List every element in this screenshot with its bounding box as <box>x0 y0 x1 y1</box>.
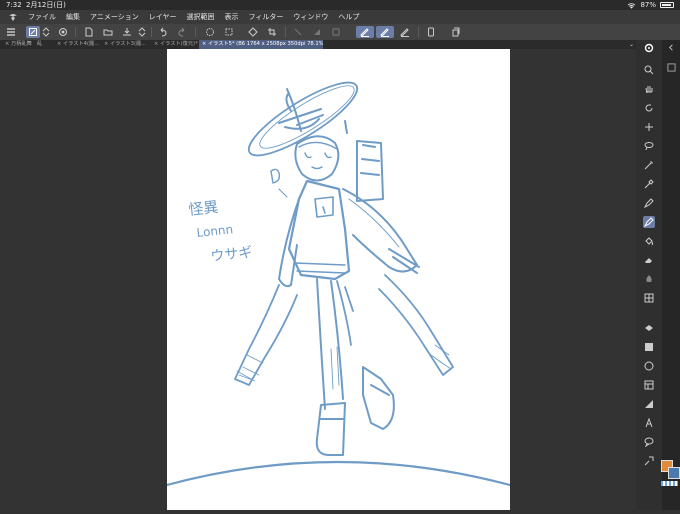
menu-view[interactable]: 表示 <box>225 10 239 24</box>
wifi-icon <box>628 2 636 9</box>
deselect-icon[interactable] <box>222 26 236 38</box>
right-leg <box>336 280 354 346</box>
command-bar <box>0 24 680 40</box>
document-tabs: × 万柄乱舞 乱 × イラスト4(履… × イラスト3(履… × イラスト(復元… <box>0 40 636 49</box>
tab-document-1[interactable]: × 万柄乱舞 乱 <box>2 40 58 49</box>
backpack <box>344 120 384 202</box>
tab-list-chevron-icon[interactable]: ⌄ <box>629 40 634 49</box>
right-ribbon <box>378 274 454 376</box>
tab-document-4[interactable]: × イラスト(復元)* <box>151 40 199 49</box>
magic-wand-icon[interactable] <box>643 159 655 171</box>
undo-icon[interactable] <box>156 26 170 38</box>
correct-line-icon[interactable] <box>643 455 655 467</box>
fill-icon[interactable] <box>643 235 655 247</box>
pen-icon[interactable] <box>643 197 655 209</box>
lasso-icon[interactable] <box>643 140 655 152</box>
right-boot <box>362 366 395 430</box>
hand-icon[interactable] <box>643 83 655 95</box>
device-icon[interactable] <box>424 26 438 38</box>
fill-selection-icon[interactable] <box>310 26 324 38</box>
handwriting-line-3: ウサギ <box>210 245 253 265</box>
select-all-icon[interactable] <box>203 26 217 38</box>
clip-studio-logo-icon[interactable] <box>8 12 18 22</box>
tab-document-2[interactable]: × イラスト4(履… <box>54 40 102 49</box>
menu-layer[interactable]: レイヤー <box>149 10 177 24</box>
left-ribbon <box>234 284 298 386</box>
ruler-tool-icon[interactable] <box>643 398 655 410</box>
layer-properties-icon[interactable] <box>56 26 70 38</box>
menu-help[interactable]: ヘルプ <box>338 10 359 24</box>
eyedropper-icon[interactable] <box>643 178 655 190</box>
clear-selection-icon[interactable] <box>329 26 343 38</box>
left-leg <box>316 278 344 410</box>
move-icon[interactable] <box>643 121 655 133</box>
battery-icon <box>660 2 674 8</box>
status-right: 87% <box>627 0 674 10</box>
menu-edit[interactable]: 編集 <box>66 10 80 24</box>
menu-file[interactable]: ファイル <box>28 10 56 24</box>
transparent-color-swatch[interactable] <box>661 481 678 486</box>
tab-document-active[interactable]: × イラスト5* (B6 1764 x 2508px 350dpi 78.1%) <box>199 40 323 49</box>
tab-document-3[interactable]: × イラスト3(履… <box>101 40 151 49</box>
pencil-tool-icon[interactable] <box>376 26 394 38</box>
tool-palette <box>636 40 662 510</box>
ios-status-bar: 7:32 2月12日(日) 87% <box>0 0 680 10</box>
sketch-artwork: 怪異 Lonnn ウサギ <box>165 81 512 487</box>
layer-fill-icon[interactable] <box>643 341 655 353</box>
date: 2月12日(日) <box>26 1 66 9</box>
menu-icon[interactable] <box>4 26 18 38</box>
left-boot <box>315 402 346 456</box>
gradient-icon[interactable] <box>643 273 655 285</box>
menu-bar: ファイル 編集 アニメーション レイヤー 選択範囲 表示 フィルター ウィンドウ… <box>0 10 680 24</box>
side-panel-icon[interactable] <box>449 26 463 38</box>
new-canvas-icon[interactable] <box>26 26 40 38</box>
brush-icon[interactable] <box>643 216 655 228</box>
sub-tool-column <box>662 40 680 510</box>
battery-percent: 87% <box>640 1 656 9</box>
text-icon[interactable] <box>643 417 655 429</box>
menu-selection[interactable]: 選択範囲 <box>187 10 215 24</box>
stepper-icon-2[interactable] <box>137 26 147 38</box>
battery-fill <box>662 4 671 6</box>
workspace: 怪異 Lonnn ウサギ <box>0 49 636 510</box>
shape-icon[interactable] <box>643 292 655 304</box>
pen-tool-icon[interactable] <box>356 26 374 38</box>
redo-icon[interactable] <box>175 26 189 38</box>
zoom-icon[interactable] <box>643 64 655 76</box>
handwriting-line-1: 怪異 <box>188 198 220 219</box>
eraser-icon[interactable] <box>643 254 655 266</box>
handwriting-line-2: Lonnn <box>196 222 234 240</box>
hide-selection-icon[interactable] <box>291 26 305 38</box>
save-icon[interactable] <box>120 26 134 38</box>
circle-shape-icon[interactable] <box>643 360 655 372</box>
crop-icon[interactable] <box>265 26 279 38</box>
panel-collapse-icon[interactable] <box>666 42 676 52</box>
ruler-icon[interactable] <box>643 322 655 334</box>
balloon-icon[interactable] <box>643 436 655 448</box>
new-file-icon[interactable] <box>82 26 96 38</box>
frame-icon[interactable] <box>643 379 655 391</box>
rotate-icon[interactable] <box>643 102 655 114</box>
right-sleeve <box>342 188 420 274</box>
ground-line <box>165 460 512 487</box>
quick-access-icon[interactable] <box>666 62 676 72</box>
clock: 7:32 <box>6 1 22 9</box>
open-folder-icon[interactable] <box>101 26 115 38</box>
menu-window[interactable]: ウィンドウ <box>293 10 328 24</box>
drawing-canvas[interactable]: 怪異 Lonnn ウサギ <box>165 49 512 510</box>
stepper-icon[interactable] <box>41 26 51 38</box>
menu-filter[interactable]: フィルター <box>249 10 284 24</box>
menu-items: ファイル 編集 アニメーション レイヤー 選択範囲 表示 フィルター ウィンドウ… <box>28 10 359 24</box>
search-icon[interactable] <box>643 42 655 54</box>
sub-color-swatch[interactable] <box>668 467 680 479</box>
transform-icon[interactable] <box>246 26 260 38</box>
menu-animation[interactable]: アニメーション <box>90 10 139 24</box>
eraser-tool-icon[interactable] <box>398 26 412 38</box>
